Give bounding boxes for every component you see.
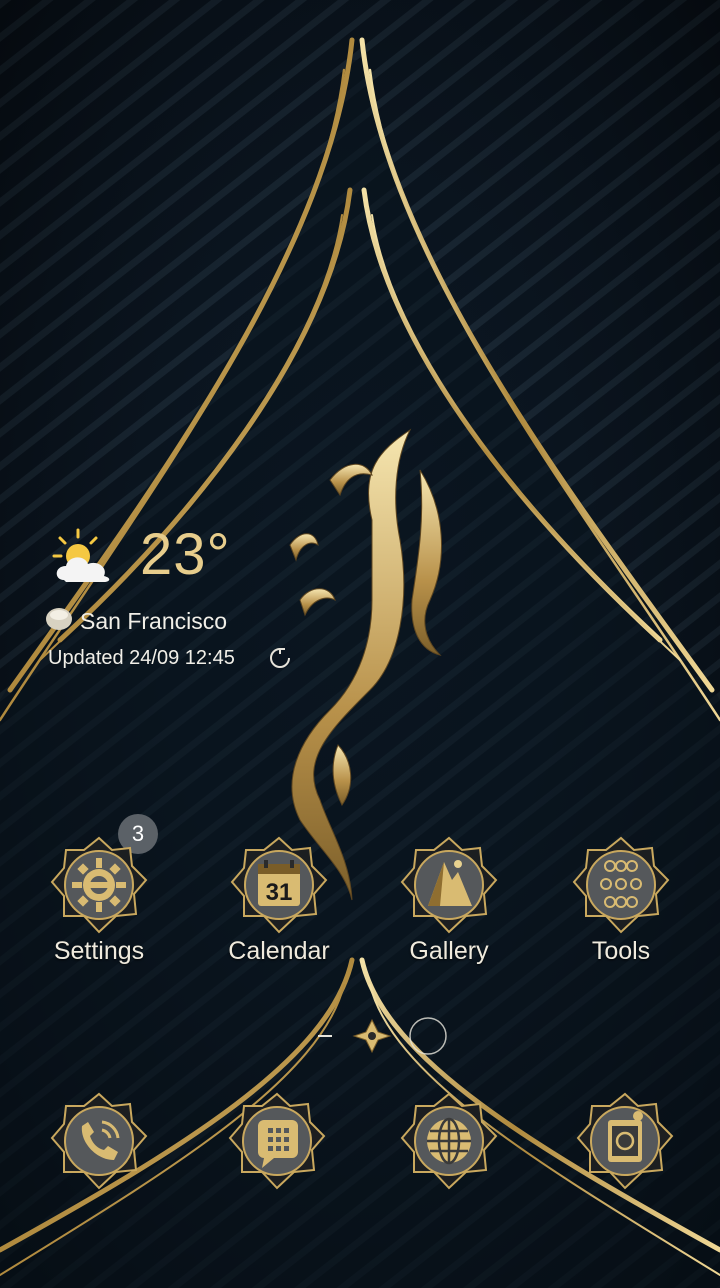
settings-icon	[50, 836, 148, 934]
app-settings[interactable]: Settings	[24, 836, 174, 986]
browser-icon[interactable]	[400, 1092, 498, 1190]
phone-icon[interactable]	[50, 1092, 148, 1190]
app-tools[interactable]: Tools	[546, 836, 696, 986]
app-label: Gallery	[409, 937, 489, 965]
calendar-icon-date: 31	[266, 879, 293, 906]
app-gallery[interactable]: Gallery	[374, 836, 524, 986]
tools-icon	[572, 836, 670, 934]
app-label: Settings	[53, 937, 145, 965]
calendar-icon: 31	[230, 836, 328, 934]
updated-time: Updated 24/09 12:45	[48, 647, 235, 669]
current-page-dot	[352, 1018, 392, 1054]
temperature: 23°	[140, 522, 231, 587]
location-name: San Francisco	[80, 608, 228, 634]
weather-widget[interactable]: 23° San Francisco Updated 24/09 12:45	[46, 520, 308, 680]
gallery-icon	[400, 836, 498, 934]
app-label: Tools	[591, 937, 651, 965]
messages-icon[interactable]	[228, 1092, 326, 1190]
location-icon	[46, 608, 72, 630]
refresh-icon[interactable]	[268, 646, 292, 670]
camera-icon[interactable]	[576, 1092, 674, 1190]
app-calendar[interactable]: 31 Calendar	[204, 836, 354, 986]
app-label: Calendar	[228, 937, 330, 965]
page-indicator[interactable]	[310, 1012, 450, 1062]
page-dot	[409, 1017, 447, 1055]
partly-cloudy-icon	[52, 528, 110, 582]
